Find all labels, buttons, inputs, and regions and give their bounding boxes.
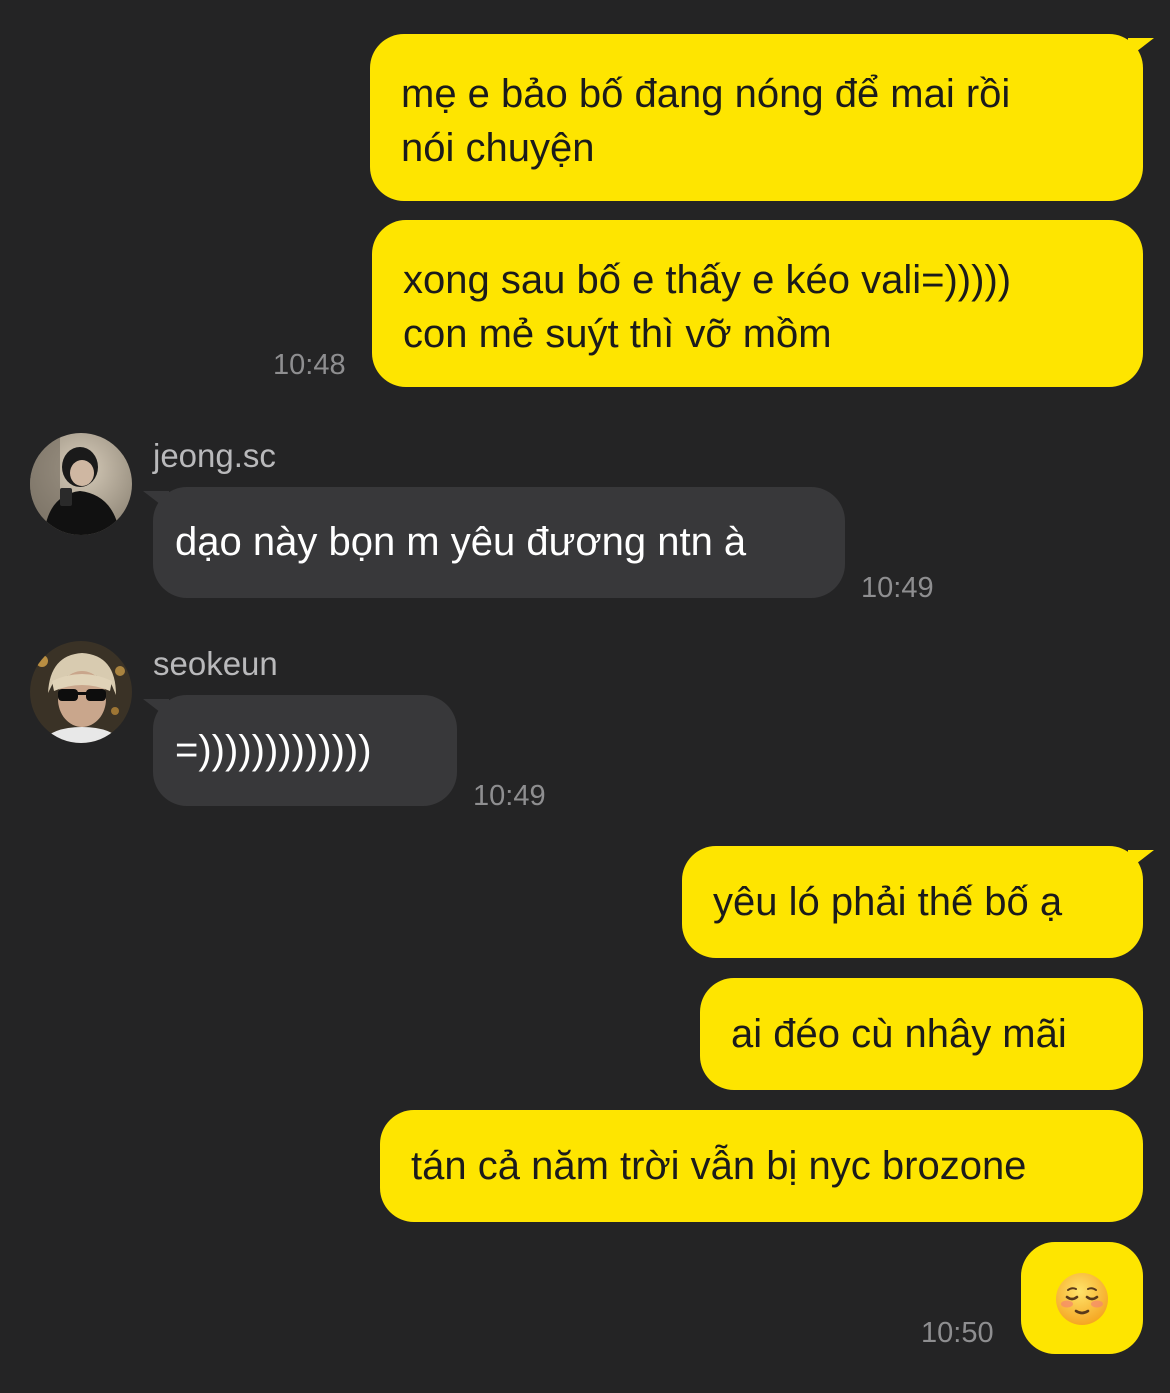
message-text: tán cả năm trời vẫn bị nyc brozone bbox=[411, 1144, 1027, 1188]
bubble-tail bbox=[1128, 38, 1154, 58]
message-text: con mẻ suýt thì vỡ mồm bbox=[403, 312, 832, 356]
outgoing-message[interactable]: ai đéo cù nhây mãi bbox=[700, 978, 1143, 1090]
message-text: xong sau bố e thấy e kéo vali=))))) bbox=[403, 258, 1012, 302]
bubble-tail bbox=[143, 491, 169, 511]
message-text: nói chuyện bbox=[401, 126, 595, 170]
outgoing-message[interactable]: xong sau bố e thấy e kéo vali=))))) con … bbox=[372, 220, 1143, 387]
outgoing-message[interactable] bbox=[1021, 1242, 1143, 1354]
message-text: dạo này bọn m yêu đương ntn à bbox=[175, 520, 747, 564]
avatar-seokeun[interactable] bbox=[30, 641, 132, 743]
outgoing-message[interactable]: yêu ló phải thế bố ạ bbox=[682, 846, 1143, 958]
message-timestamp: 10:49 bbox=[473, 780, 546, 812]
outgoing-message[interactable]: mẹ e bảo bố đang nóng để mai rồi nói chu… bbox=[370, 34, 1143, 201]
bubble-tail bbox=[143, 699, 169, 719]
avatar-photo bbox=[30, 641, 132, 743]
incoming-message[interactable]: =))))))))))))) bbox=[153, 695, 457, 806]
message-text: yêu ló phải thế bố ạ bbox=[713, 880, 1063, 924]
sender-name: seokeun bbox=[153, 645, 278, 682]
avatar-jeong-sc[interactable] bbox=[30, 433, 132, 535]
sender-name: jeong.sc bbox=[153, 437, 276, 474]
message-timestamp: 10:49 bbox=[861, 572, 934, 604]
bubble-tail bbox=[1128, 850, 1154, 870]
message-timestamp: 10:48 bbox=[273, 349, 346, 381]
message-timestamp: 10:50 bbox=[921, 1317, 994, 1349]
relieved-face-emoji bbox=[1056, 1273, 1108, 1325]
outgoing-message[interactable]: tán cả năm trời vẫn bị nyc brozone bbox=[380, 1110, 1143, 1222]
message-text: =))))))))))))) bbox=[175, 728, 372, 772]
incoming-message[interactable]: dạo này bọn m yêu đương ntn à bbox=[153, 487, 845, 598]
avatar-photo bbox=[30, 433, 132, 535]
message-text: mẹ e bảo bố đang nóng để mai rồi bbox=[401, 72, 1011, 116]
message-text: ai đéo cù nhây mãi bbox=[731, 1012, 1067, 1056]
